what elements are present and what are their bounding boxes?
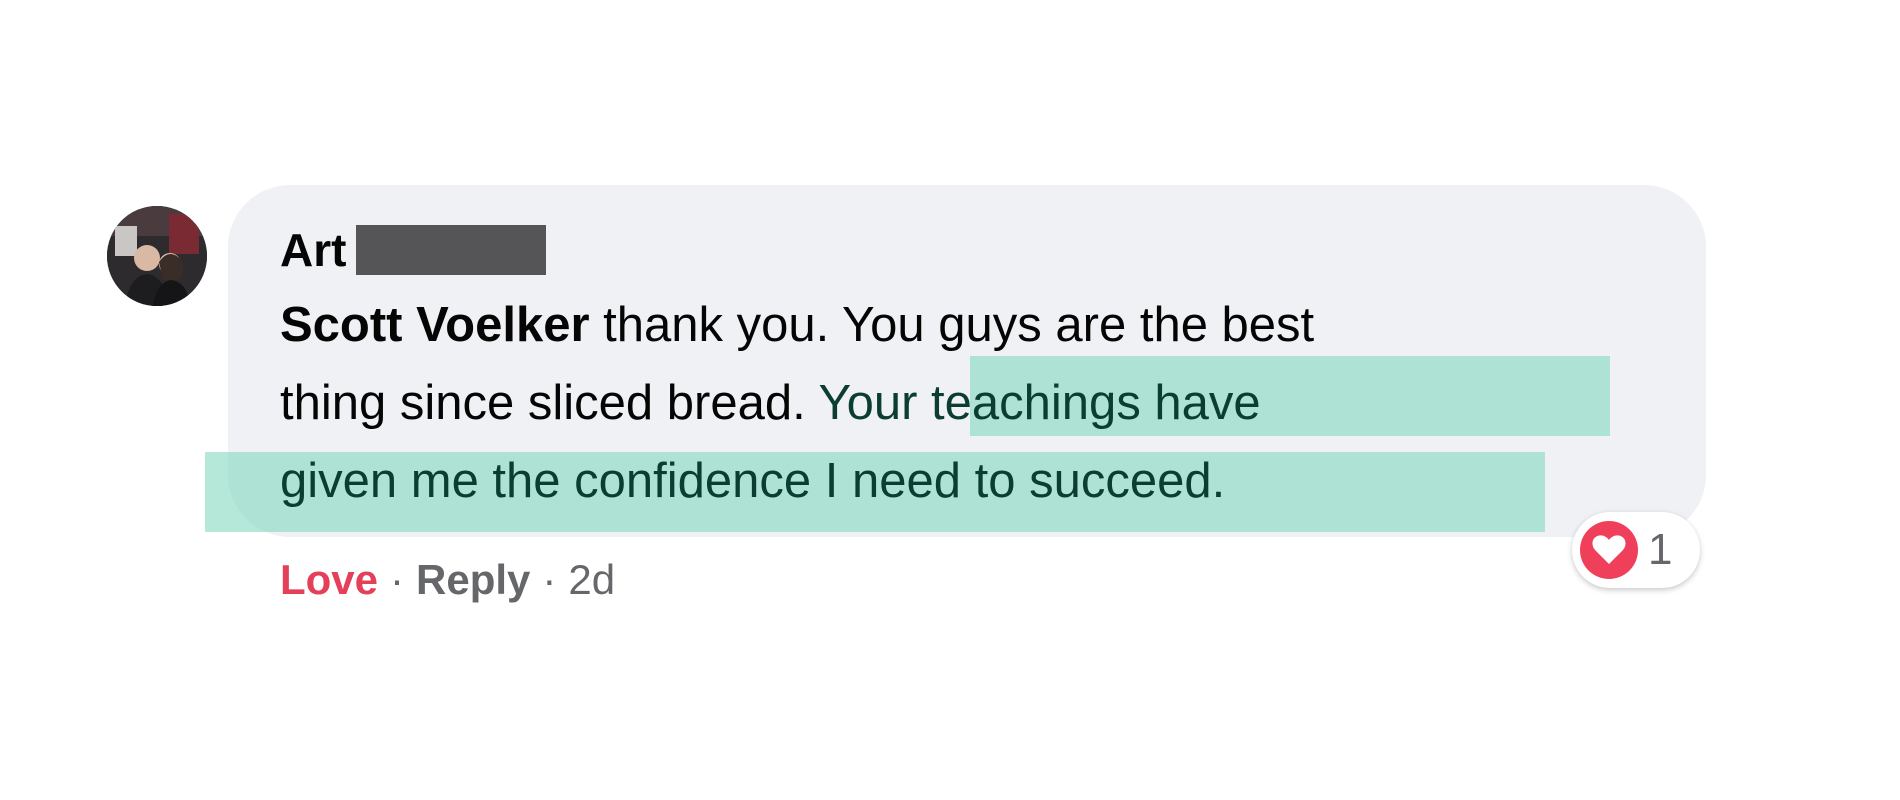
separator-dot: · [390,556,405,603]
comment-line: thing since sliced bread. Your teachings… [280,364,1660,442]
heart-reaction-badge [1580,521,1638,579]
mention-link[interactable]: Scott Voelker [280,298,590,352]
heart-icon [1592,535,1626,564]
comment-timestamp[interactable]: 2d [568,556,615,604]
comment-line: Scott Voelker thank you. You guys are th… [280,286,1660,364]
comment-author: Art [280,222,547,278]
reaction-count: 1 [1648,525,1673,574]
comment-container: Art Scott Voelker thank you. You guys ar… [0,0,1900,800]
comment-text-segment: thank you. You guys are the best [589,298,1315,352]
reaction-summary[interactable]: 1 [1572,512,1700,588]
reply-button[interactable]: Reply [416,556,530,604]
redacted-surname [356,225,547,275]
comment-text: Scott Voelker thank you. You guys are th… [280,286,1660,520]
separator-dot: · [542,556,557,603]
highlighted-text: given me the confidence I need to succee… [280,454,1226,508]
highlighted-text: Your teachings have [818,376,1261,430]
avatar[interactable] [107,206,207,306]
comment-text-segment: thing since sliced bread. [280,376,819,430]
comment-line: given me the confidence I need to succee… [280,442,1660,520]
avatar-photo-icon [107,206,207,306]
comment-actions: Love · Reply · 2d [280,552,615,608]
love-button[interactable]: Love [280,556,378,604]
author-name[interactable]: Art [280,222,346,278]
